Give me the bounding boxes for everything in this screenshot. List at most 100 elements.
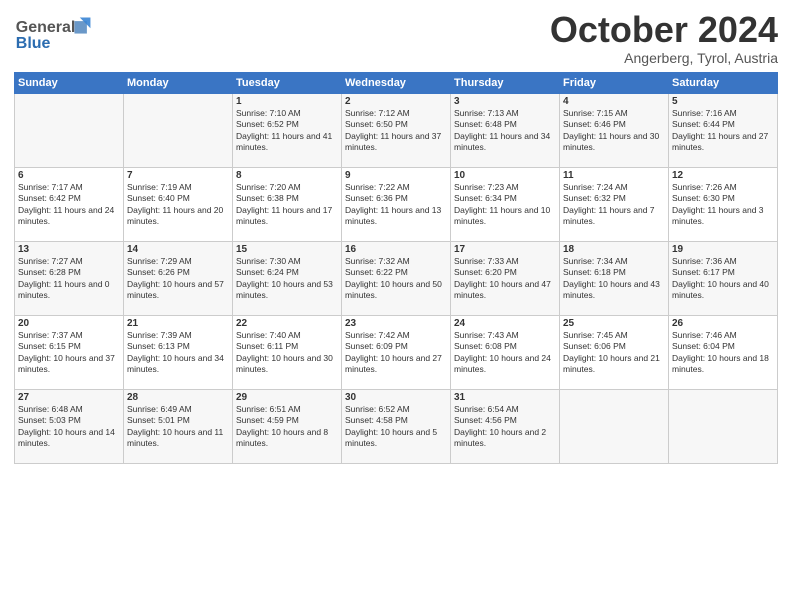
- svg-text:General: General: [16, 19, 76, 36]
- day-info-line: Sunrise: 7:23 AM: [454, 182, 556, 193]
- day-content: Sunrise: 6:51 AMSunset: 4:59 PMDaylight:…: [236, 404, 338, 450]
- day-info-line: Sunrise: 7:39 AM: [127, 330, 229, 341]
- day-info-line: Sunset: 6:34 PM: [454, 193, 556, 204]
- day-cell: 1Sunrise: 7:10 AMSunset: 6:52 PMDaylight…: [233, 93, 342, 167]
- col-header-wednesday: Wednesday: [342, 72, 451, 93]
- day-content: Sunrise: 7:39 AMSunset: 6:13 PMDaylight:…: [127, 330, 229, 376]
- day-info-line: Sunrise: 7:19 AM: [127, 182, 229, 193]
- day-info-line: Sunset: 6:24 PM: [236, 267, 338, 278]
- day-info-line: Sunrise: 7:15 AM: [563, 108, 665, 119]
- header-row: SundayMondayTuesdayWednesdayThursdayFrid…: [15, 72, 778, 93]
- day-number: 31: [454, 392, 556, 403]
- col-header-thursday: Thursday: [451, 72, 560, 93]
- day-info-line: Sunset: 5:01 PM: [127, 415, 229, 426]
- day-number: 9: [345, 170, 447, 181]
- day-cell: [560, 389, 669, 463]
- day-cell: 23Sunrise: 7:42 AMSunset: 6:09 PMDayligh…: [342, 315, 451, 389]
- day-cell: 9Sunrise: 7:22 AMSunset: 6:36 PMDaylight…: [342, 167, 451, 241]
- day-content: Sunrise: 7:16 AMSunset: 6:44 PMDaylight:…: [672, 108, 774, 154]
- day-cell: 6Sunrise: 7:17 AMSunset: 6:42 PMDaylight…: [15, 167, 124, 241]
- day-info-line: Daylight: 10 hours and 47 minutes.: [454, 279, 556, 302]
- col-header-friday: Friday: [560, 72, 669, 93]
- week-row-1: 1Sunrise: 7:10 AMSunset: 6:52 PMDaylight…: [15, 93, 778, 167]
- day-info-line: Sunset: 6:26 PM: [127, 267, 229, 278]
- month-title: October 2024: [550, 10, 778, 50]
- day-content: Sunrise: 7:43 AMSunset: 6:08 PMDaylight:…: [454, 330, 556, 376]
- day-info-line: Daylight: 11 hours and 30 minutes.: [563, 131, 665, 154]
- svg-text:Blue: Blue: [16, 35, 51, 52]
- day-info-line: Daylight: 11 hours and 17 minutes.: [236, 205, 338, 228]
- day-info-line: Sunset: 4:59 PM: [236, 415, 338, 426]
- day-number: 20: [18, 318, 120, 329]
- day-info-line: Sunset: 6:15 PM: [18, 341, 120, 352]
- day-cell: 3Sunrise: 7:13 AMSunset: 6:48 PMDaylight…: [451, 93, 560, 167]
- week-row-2: 6Sunrise: 7:17 AMSunset: 6:42 PMDaylight…: [15, 167, 778, 241]
- day-cell: [15, 93, 124, 167]
- day-content: Sunrise: 6:54 AMSunset: 4:56 PMDaylight:…: [454, 404, 556, 450]
- day-cell: 17Sunrise: 7:33 AMSunset: 6:20 PMDayligh…: [451, 241, 560, 315]
- logo-svg: General Blue: [14, 14, 94, 54]
- day-content: Sunrise: 7:26 AMSunset: 6:30 PMDaylight:…: [672, 182, 774, 228]
- day-info-line: Daylight: 11 hours and 34 minutes.: [454, 131, 556, 154]
- day-number: 30: [345, 392, 447, 403]
- day-info-line: Sunrise: 7:42 AM: [345, 330, 447, 341]
- day-number: 27: [18, 392, 120, 403]
- col-header-saturday: Saturday: [669, 72, 778, 93]
- day-cell: 21Sunrise: 7:39 AMSunset: 6:13 PMDayligh…: [124, 315, 233, 389]
- day-number: 25: [563, 318, 665, 329]
- calendar-table: SundayMondayTuesdayWednesdayThursdayFrid…: [14, 72, 778, 464]
- day-info-line: Sunset: 5:03 PM: [18, 415, 120, 426]
- week-row-4: 20Sunrise: 7:37 AMSunset: 6:15 PMDayligh…: [15, 315, 778, 389]
- day-info-line: Daylight: 11 hours and 10 minutes.: [454, 205, 556, 228]
- day-content: Sunrise: 7:24 AMSunset: 6:32 PMDaylight:…: [563, 182, 665, 228]
- day-cell: [669, 389, 778, 463]
- day-number: 13: [18, 244, 120, 255]
- day-info-line: Sunrise: 7:27 AM: [18, 256, 120, 267]
- day-info-line: Sunset: 6:18 PM: [563, 267, 665, 278]
- day-content: Sunrise: 7:33 AMSunset: 6:20 PMDaylight:…: [454, 256, 556, 302]
- day-info-line: Sunset: 4:58 PM: [345, 415, 447, 426]
- day-number: 22: [236, 318, 338, 329]
- page: General Blue October 2024 Angerberg, Tyr…: [0, 0, 792, 612]
- day-cell: 18Sunrise: 7:34 AMSunset: 6:18 PMDayligh…: [560, 241, 669, 315]
- day-info-line: Daylight: 11 hours and 27 minutes.: [672, 131, 774, 154]
- day-cell: [124, 93, 233, 167]
- day-cell: 27Sunrise: 6:48 AMSunset: 5:03 PMDayligh…: [15, 389, 124, 463]
- day-info-line: Sunrise: 6:48 AM: [18, 404, 120, 415]
- day-number: 10: [454, 170, 556, 181]
- day-number: 3: [454, 96, 556, 107]
- day-cell: 15Sunrise: 7:30 AMSunset: 6:24 PMDayligh…: [233, 241, 342, 315]
- day-number: 4: [563, 96, 665, 107]
- day-cell: 31Sunrise: 6:54 AMSunset: 4:56 PMDayligh…: [451, 389, 560, 463]
- day-number: 2: [345, 96, 447, 107]
- day-info-line: Sunrise: 7:12 AM: [345, 108, 447, 119]
- day-info-line: Sunrise: 7:24 AM: [563, 182, 665, 193]
- day-content: Sunrise: 7:20 AMSunset: 6:38 PMDaylight:…: [236, 182, 338, 228]
- day-info-line: Sunrise: 7:46 AM: [672, 330, 774, 341]
- day-info-line: Sunset: 6:28 PM: [18, 267, 120, 278]
- day-info-line: Sunrise: 7:32 AM: [345, 256, 447, 267]
- day-info-line: Sunrise: 7:34 AM: [563, 256, 665, 267]
- day-info-line: Sunset: 6:32 PM: [563, 193, 665, 204]
- day-number: 17: [454, 244, 556, 255]
- day-cell: 20Sunrise: 7:37 AMSunset: 6:15 PMDayligh…: [15, 315, 124, 389]
- day-cell: 22Sunrise: 7:40 AMSunset: 6:11 PMDayligh…: [233, 315, 342, 389]
- day-number: 1: [236, 96, 338, 107]
- day-number: 29: [236, 392, 338, 403]
- day-content: Sunrise: 7:36 AMSunset: 6:17 PMDaylight:…: [672, 256, 774, 302]
- day-cell: 5Sunrise: 7:16 AMSunset: 6:44 PMDaylight…: [669, 93, 778, 167]
- day-info-line: Sunrise: 7:26 AM: [672, 182, 774, 193]
- day-info-line: Sunrise: 7:17 AM: [18, 182, 120, 193]
- day-number: 8: [236, 170, 338, 181]
- col-header-monday: Monday: [124, 72, 233, 93]
- day-cell: 10Sunrise: 7:23 AMSunset: 6:34 PMDayligh…: [451, 167, 560, 241]
- day-info-line: Sunrise: 7:33 AM: [454, 256, 556, 267]
- day-content: Sunrise: 7:23 AMSunset: 6:34 PMDaylight:…: [454, 182, 556, 228]
- title-block: October 2024 Angerberg, Tyrol, Austria: [550, 10, 778, 66]
- day-number: 5: [672, 96, 774, 107]
- day-info-line: Daylight: 10 hours and 37 minutes.: [18, 353, 120, 376]
- day-cell: 2Sunrise: 7:12 AMSunset: 6:50 PMDaylight…: [342, 93, 451, 167]
- day-cell: 30Sunrise: 6:52 AMSunset: 4:58 PMDayligh…: [342, 389, 451, 463]
- day-content: Sunrise: 7:13 AMSunset: 6:48 PMDaylight:…: [454, 108, 556, 154]
- day-info-line: Daylight: 10 hours and 40 minutes.: [672, 279, 774, 302]
